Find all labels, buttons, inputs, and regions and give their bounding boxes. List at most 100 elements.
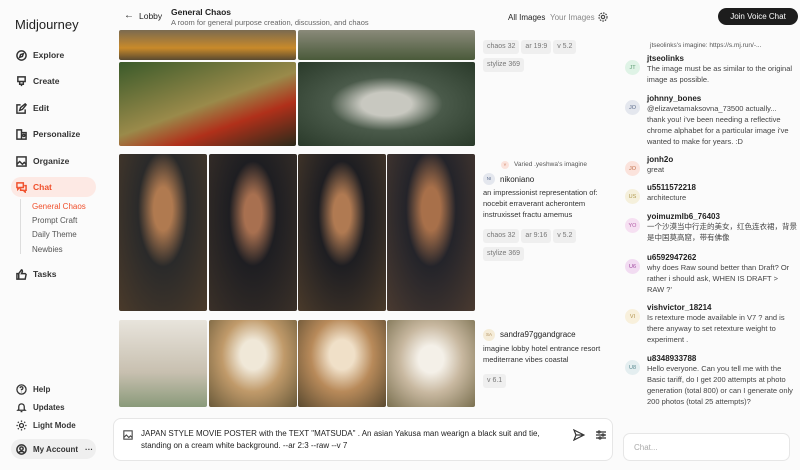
chat-message: YO yoimuzmlb6_76403 一个沙漠当中行走的美女，红色连衣裙，背景是中… [625,212,797,244]
message-text: @elizavetamaksovna_73500 actually... tha… [647,104,789,146]
personalize-icon [16,128,27,140]
param-tag[interactable]: chaos 32 [483,229,520,244]
generated-image[interactable] [298,154,386,311]
chat-message: JO jonh2o great [625,155,797,176]
arrow-left-icon: ← [124,10,134,21]
message-text: 一个沙漠当中行走的美女，红色连衣裙，背景是中国莫高窟，带有佛像 [647,222,797,242]
avatar: JO [625,161,640,176]
chat-message: JO johnny_bones @elizavetamaksovna_73500 a… [625,94,797,148]
username[interactable]: nikoniano [500,174,534,186]
reply-reference[interactable]: Y Varied .yeshwa's imagine [501,160,613,169]
channel-subtitle: A room for general purpose creation, dis… [171,18,369,27]
sidebar: Midjourney Explore Create Edit Personali… [0,0,110,470]
generated-image[interactable] [119,320,207,407]
sidebar-item-organize[interactable]: Organize [11,151,96,171]
chat-room-newbies[interactable]: Newbies [32,245,63,254]
sidebar-item-tasks[interactable]: Tasks [11,264,96,284]
username[interactable]: yoimuzmlb6_76403 [647,212,797,221]
generated-image[interactable] [298,320,386,407]
reply-reference[interactable]: jtseolinks's imagine: https://s.mj.run/-… [650,42,761,49]
username[interactable]: u8348933788 [647,354,797,363]
param-tag[interactable]: stylize 369 [483,247,525,262]
chat-icon [16,181,27,193]
account-icon [16,443,27,455]
username[interactable]: u5511572218 [647,183,696,192]
help-button[interactable]: Help [16,384,50,395]
param-tag[interactable]: v 5.2 [553,229,577,244]
username[interactable]: johnny_bones [647,94,797,103]
username[interactable]: u6592947262 [647,253,797,262]
tab-all-images[interactable]: All Images [508,13,545,22]
avatar: U8 [625,360,640,375]
bell-icon [16,403,27,413]
sidebar-item-chat[interactable]: Chat [11,177,96,197]
chat-room-general-chaos[interactable]: General Chaos [32,202,86,211]
chat-message: U8 u8348933788 Hello everyone. Can you tel… [625,354,797,408]
light-mode-button[interactable]: Light Mode [16,420,76,431]
post-info: Y Varied .yeshwa's imagine NI nikoniano an… [483,160,613,265]
chat-message: VI vishvictor_18214 Is retexture mode avai… [625,303,797,346]
sidebar-item-create[interactable]: Create [11,71,96,91]
image-upload-icon[interactable] [123,430,133,440]
chat-room-daily-theme[interactable]: Daily Theme [32,230,77,239]
generated-image[interactable] [298,30,475,60]
avatar: Y [501,160,509,169]
tab-your-images[interactable]: Your Images [550,13,595,22]
username[interactable]: jtseolinks [647,54,797,63]
param-tag[interactable]: stylize 369 [483,58,525,73]
message-text: great [647,165,665,174]
compass-icon [16,49,27,61]
join-voice-chat-button[interactable]: Join Voice Chat [718,8,798,25]
param-tag[interactable]: ar 9:16 [521,229,552,244]
chat-message: US u5511572218 architecture [625,183,797,204]
divider [20,199,21,254]
prompt-text: imagine lobby hotel entrance resort medi… [483,344,601,364]
generated-image[interactable] [209,320,297,407]
generated-image[interactable] [119,62,296,146]
avatar: JO [625,100,640,115]
post-info: SA sandra97ggandgrace imagine lobby hotel… [483,329,613,392]
avatar: YO [625,218,640,233]
brush-icon [17,75,26,86]
chat-message: JT jtseolinks The image must be as similar… [625,54,797,86]
sidebar-item-edit[interactable]: Edit [11,98,96,118]
my-account-button[interactable]: My Account ··· [11,439,96,459]
generated-image[interactable] [387,154,475,311]
more-icon[interactable]: ··· [85,445,93,454]
sliders-icon[interactable] [595,429,607,441]
username[interactable]: sandra97ggandgrace [500,329,576,341]
avatar: U6 [625,259,640,274]
chat-room-prompt-craft[interactable]: Prompt Craft [32,216,77,225]
chat-input[interactable]: Chat... [623,433,790,461]
generated-image[interactable] [387,320,475,407]
send-icon[interactable] [573,429,585,441]
post-info: chaos 32 ar 19:9 v 5.2 stylize 369 [483,40,613,76]
param-tag[interactable]: ar 19:9 [521,40,552,55]
message-text: Is retexture mode available in V7 ? and … [647,313,785,344]
avatar: VI [625,309,640,324]
prompt-input[interactable]: JAPAN STYLE MOVIE POSTER with the TEXT "… [141,428,561,453]
avatar: SA [483,329,495,341]
message-text: why does Raw sound better than Draft? Or… [647,263,790,294]
username[interactable]: vishvictor_18214 [647,303,797,312]
param-tag[interactable]: v 6.1 [483,373,507,388]
header: ← Lobby General Chaos A room for general … [110,0,800,32]
edit-icon [16,102,27,114]
back-to-lobby-button[interactable]: ← Lobby [124,10,162,21]
generated-image[interactable] [209,154,297,311]
sidebar-item-explore[interactable]: Explore [11,45,96,65]
updates-button[interactable]: Updates [16,402,65,413]
settings-icon[interactable] [598,12,608,22]
param-tag[interactable]: v 5.2 [553,40,577,55]
param-tag[interactable]: chaos 32 [483,40,520,55]
prompt-text: an impressionist representation of: noce… [483,188,598,220]
chat-message: U6 u6592947262 why does Raw sound better t… [625,253,797,296]
sun-icon [16,420,27,431]
generated-image[interactable] [119,154,207,311]
generated-image[interactable] [119,30,296,60]
username[interactable]: jonh2o [647,155,673,164]
generated-image[interactable] [298,62,475,146]
prompt-bar: JAPAN STYLE MOVIE POSTER with the TEXT "… [113,418,613,461]
thumbs-up-icon [16,268,27,280]
sidebar-item-personalize[interactable]: Personalize [11,124,96,144]
